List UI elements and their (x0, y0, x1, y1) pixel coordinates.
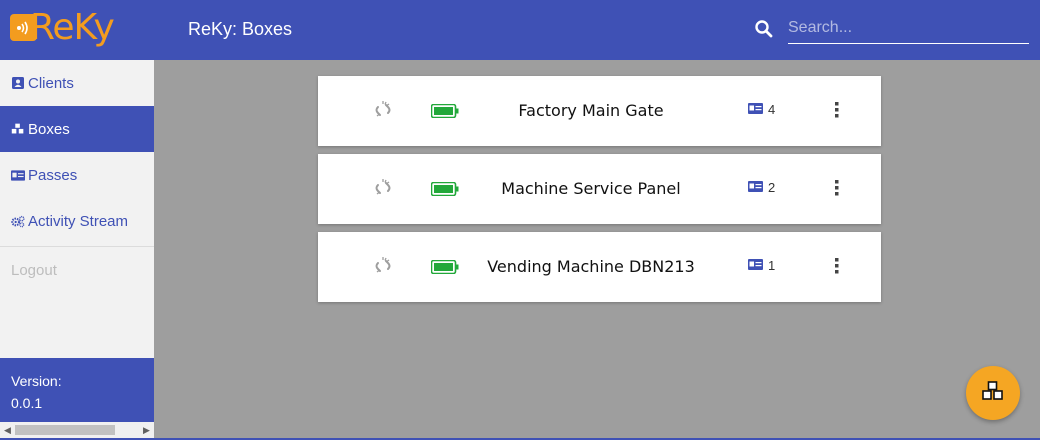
cubes-icon (11, 122, 25, 136)
more-vert-icon[interactable] (834, 101, 840, 124)
logo[interactable]: ReKy (0, 0, 154, 60)
box-card[interactable]: Vending Machine DBN213 1 (318, 232, 881, 302)
box-name: Vending Machine DBN213 (487, 257, 695, 276)
version-panel: Version: 0.0.1 (0, 358, 154, 422)
broken-link-icon (374, 100, 392, 125)
logout-button[interactable]: Logout (0, 247, 154, 293)
sidebar-item-passes[interactable]: Passes (0, 152, 154, 198)
id-card-icon (748, 258, 763, 273)
sidebar-item-label: Clients (28, 74, 74, 92)
top-app-bar: ReKy ReKy: Boxes (0, 0, 1040, 60)
pass-count-value: 4 (768, 102, 776, 117)
scroll-left-icon[interactable]: ◀ (4, 425, 11, 436)
cubes-icon (982, 380, 1004, 406)
logout-label: Logout (11, 261, 57, 279)
battery-full-icon (430, 103, 459, 123)
scroll-right-icon[interactable]: ▶ (143, 425, 150, 436)
broken-link-icon (374, 256, 392, 281)
user-card-icon (11, 76, 25, 90)
box-card[interactable]: Machine Service Panel 2 (318, 154, 881, 224)
gears-icon (11, 214, 25, 228)
pass-count-value: 1 (768, 258, 776, 273)
pass-count: 2 (748, 180, 775, 195)
box-name: Factory Main Gate (518, 101, 664, 120)
id-card-icon (748, 102, 763, 117)
box-name: Machine Service Panel (501, 179, 681, 198)
more-vert-icon[interactable] (834, 257, 840, 280)
pass-count: 1 (748, 258, 775, 273)
id-card-icon (748, 180, 763, 195)
version-value: 0.0.1 (11, 395, 43, 411)
page-title: ReKy: Boxes (188, 19, 293, 39)
battery-full-icon (430, 259, 459, 279)
sidebar-item-label: Activity Stream (28, 212, 129, 230)
battery-full-icon (430, 181, 459, 201)
broken-link-icon (374, 178, 392, 203)
sidebar-item-clients[interactable]: Clients (0, 60, 154, 106)
pass-count: 4 (748, 102, 775, 117)
version-label: Version: (11, 373, 62, 389)
scrollbar-thumb[interactable] (15, 425, 115, 435)
add-box-fab[interactable] (966, 366, 1020, 420)
more-vert-icon[interactable] (834, 179, 840, 202)
sidebar-item-label: Boxes (28, 120, 70, 138)
box-card[interactable]: Factory Main Gate 4 (318, 76, 881, 146)
pass-count-value: 2 (768, 180, 776, 195)
sidebar-item-label: Passes (28, 166, 78, 184)
logo-text: ReKy (30, 7, 115, 48)
search-icon[interactable] (754, 19, 774, 44)
sidebar-horizontal-scrollbar[interactable]: ◀ ▶ (0, 422, 154, 438)
id-card-icon (11, 168, 25, 182)
search-input[interactable] (788, 16, 1029, 44)
sidebar-item-activity-stream[interactable]: Activity Stream (0, 198, 154, 244)
sidebar-item-boxes[interactable]: Boxes (0, 106, 154, 152)
